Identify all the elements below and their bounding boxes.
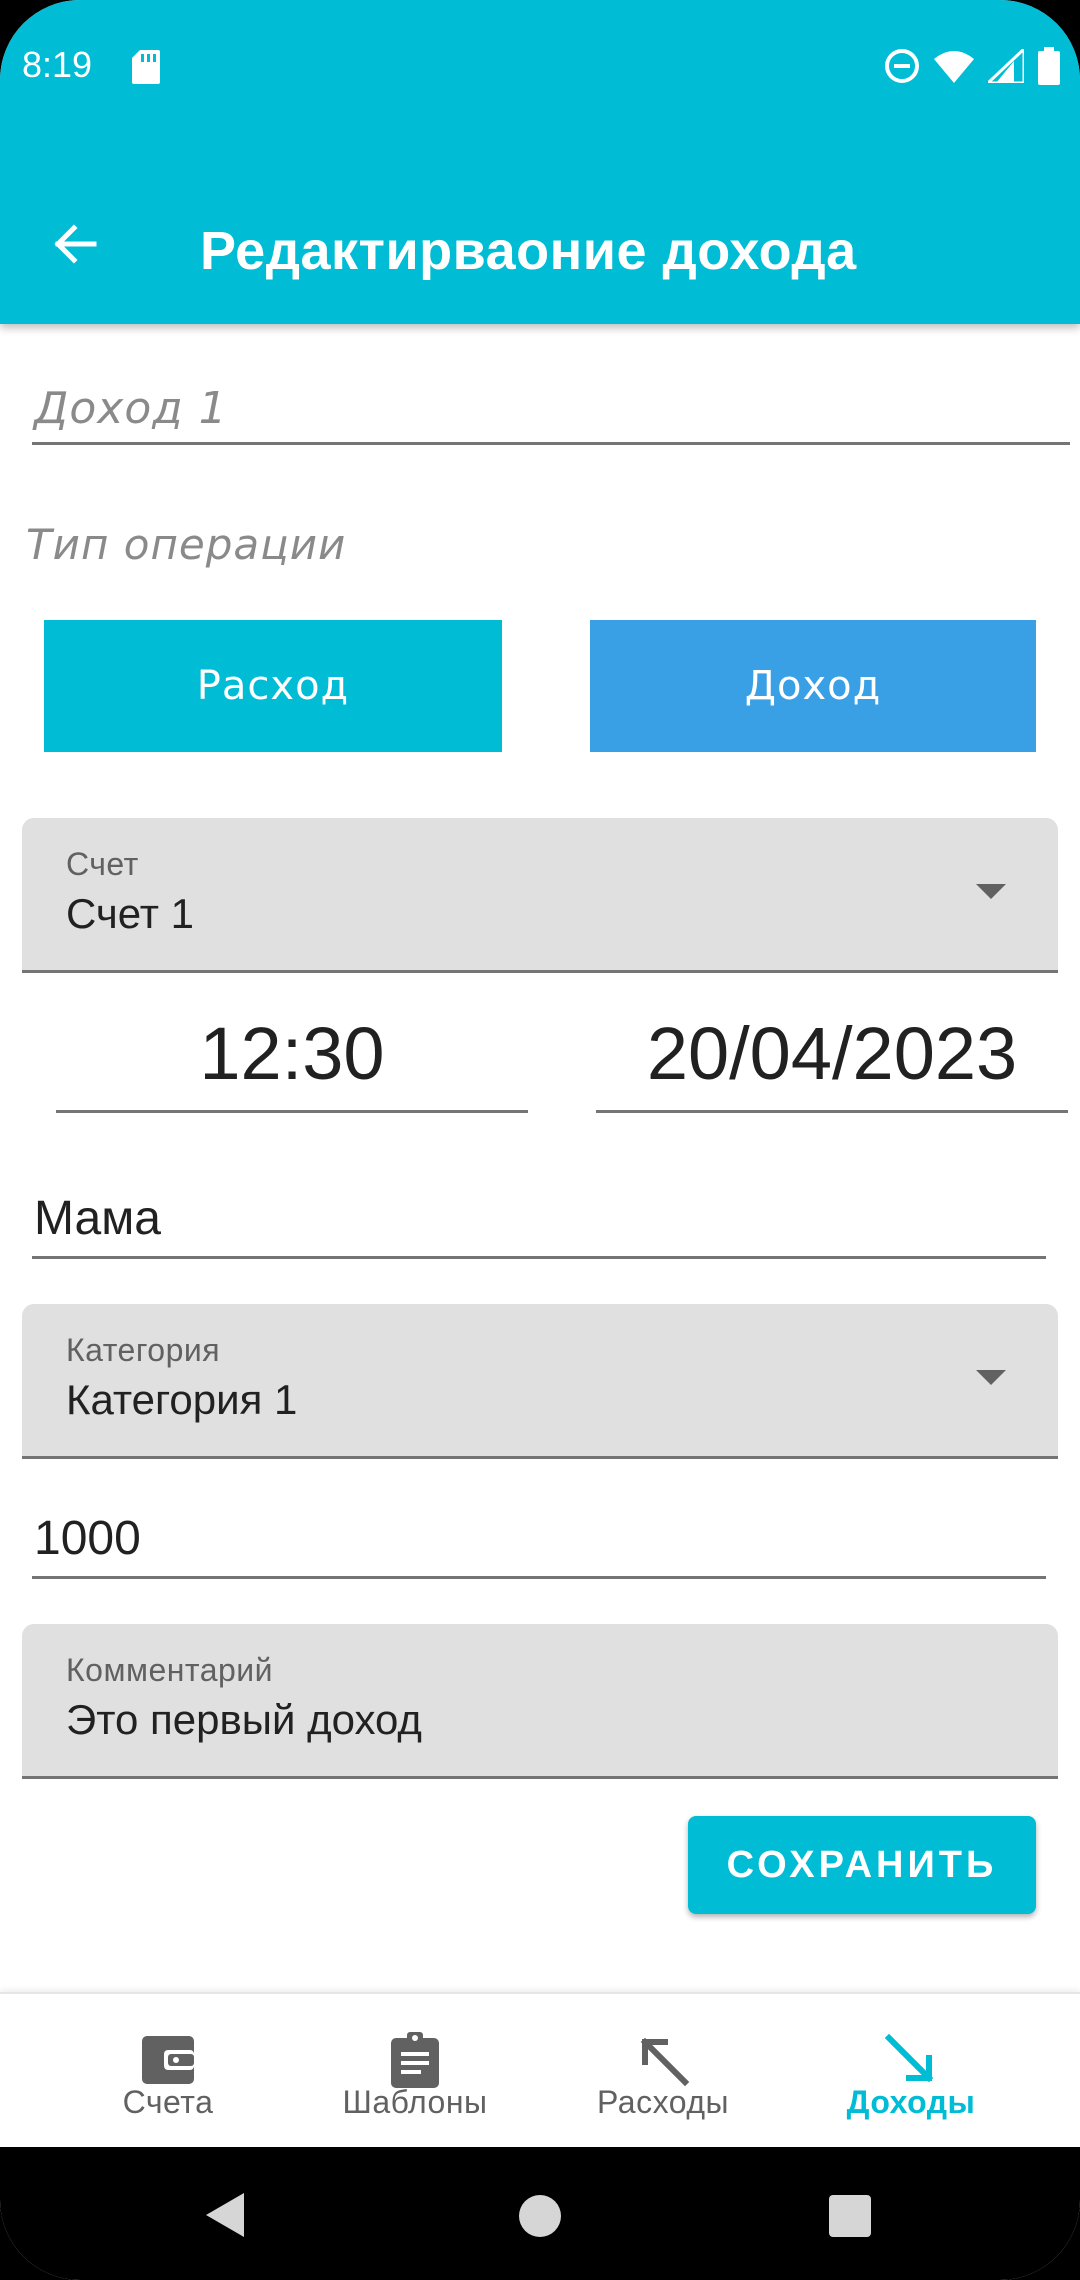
system-back-icon[interactable] [206,2193,244,2237]
amount-value: 1000 [34,1512,141,1565]
wallet-icon [142,2036,194,2084]
amount-input[interactable]: 1000 [32,1500,1046,1579]
save-button[interactable]: СОХРАНИТЬ [688,1816,1036,1914]
bottom-navigation: Счета Шаблоны Расходы Доходы [0,1992,1080,2149]
category-dropdown[interactable]: Категория Категория 1 [22,1304,1058,1459]
comment-field[interactable]: Комментарий Это первый доход [22,1624,1058,1779]
nav-label-accounts: Счета [122,2084,214,2120]
category-value: Категория 1 [66,1376,298,1423]
dropdown-arrow-icon [976,884,1006,899]
expense-type-button[interactable]: Расход [44,620,502,752]
comment-label: Комментарий [66,1652,274,1688]
clipboard-icon [391,2032,439,2088]
date-field[interactable]: 20/04/2023 [596,1000,1068,1113]
operation-name-placeholder: Доход 1 [34,383,228,434]
time-field[interactable]: 12:30 [56,1000,528,1113]
dropdown-arrow-icon [976,1370,1006,1385]
category-label: Категория [66,1332,221,1368]
nav-item-incomes[interactable]: Доходы [786,1994,1036,2149]
account-dropdown[interactable]: Счет Счет 1 [22,818,1058,973]
operation-type-label: Тип операции [26,520,347,569]
status-time: 8:19 [22,44,93,85]
page-title: Редактирваоние дохода [200,221,857,281]
sd-card-icon [132,50,160,84]
nav-item-templates[interactable]: Шаблоны [290,1994,540,2149]
dnd-icon [885,49,919,83]
nav-item-accounts[interactable]: Счета [43,1994,293,2149]
app-screen: 8:19 Редактирваоние дохода Доход 1 Тип о… [0,0,1080,2280]
status-icons [884,46,1060,86]
system-navigation-bar [0,2147,1080,2280]
app-bar: 8:19 Редактирваоние дохода [0,0,1080,324]
arrow-up-left-icon [640,2037,690,2087]
income-type-button[interactable]: Доход [590,620,1036,752]
system-recents-icon[interactable] [829,2195,871,2237]
arrow-down-right-icon [884,2033,934,2083]
arrow-back-icon [54,224,97,264]
back-button[interactable] [40,210,108,278]
nav-label-templates: Шаблоны [342,2084,488,2120]
signal-icon [988,49,1024,83]
nav-item-expenses[interactable]: Расходы [538,1994,788,2149]
account-value: Счет 1 [66,890,194,937]
comment-value: Это первый доход [66,1696,422,1743]
time-value: 12:30 [199,1012,385,1095]
battery-icon [1038,47,1060,85]
system-home-icon[interactable] [519,2195,561,2237]
source-value: Мама [34,1192,161,1245]
wifi-icon [934,51,974,83]
operation-name-input[interactable]: Доход 1 [32,372,1070,445]
account-label: Счет [66,846,139,882]
nav-label-incomes: Доходы [846,2084,976,2120]
date-value: 20/04/2023 [646,1012,1018,1095]
source-input[interactable]: Мама [32,1180,1046,1259]
nav-label-expenses: Расходы [597,2084,729,2120]
